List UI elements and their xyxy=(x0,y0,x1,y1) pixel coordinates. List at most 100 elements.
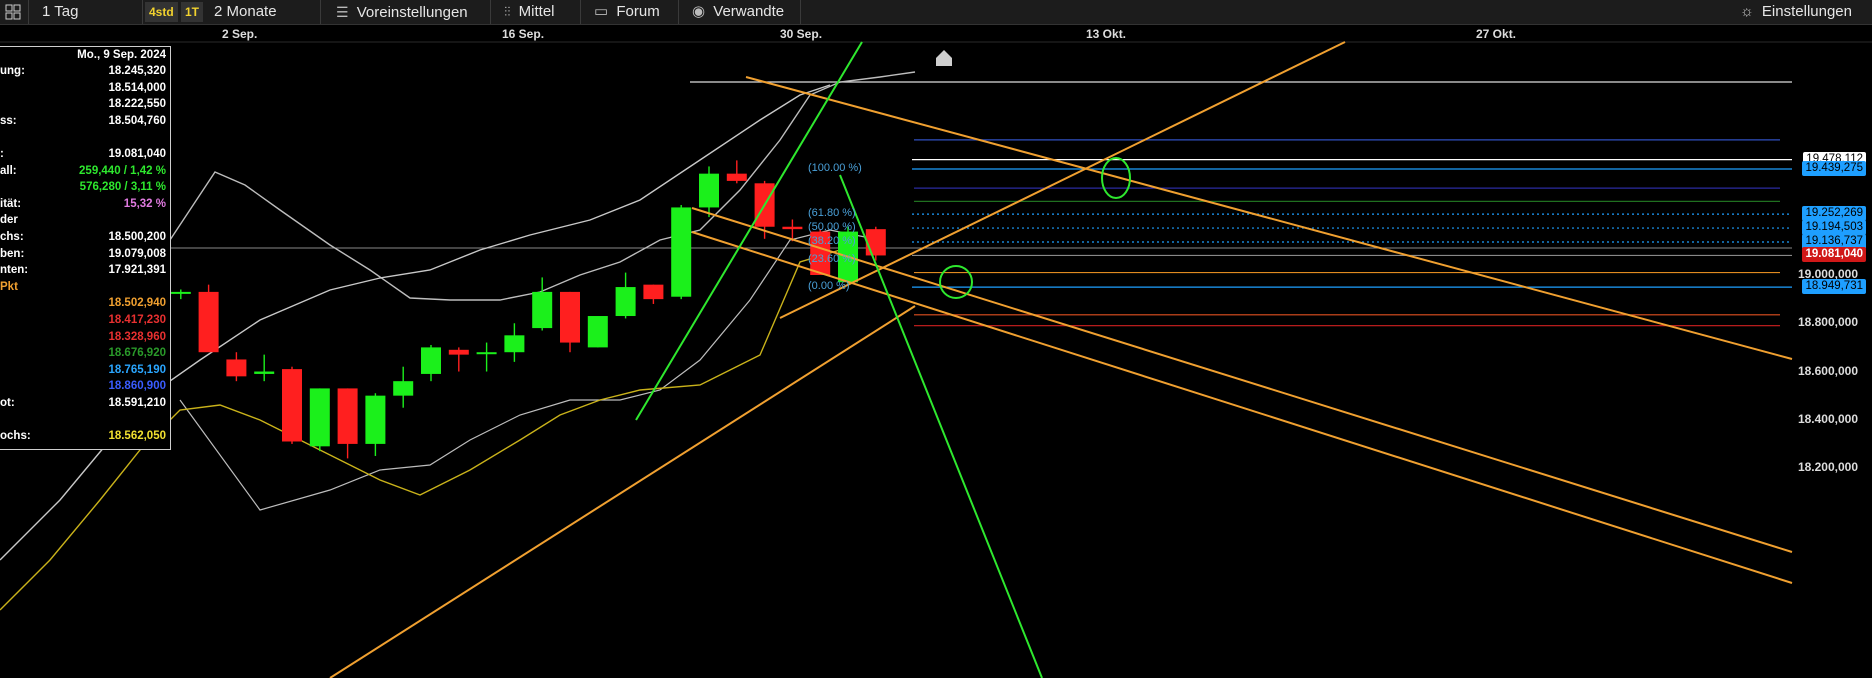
fibonacci-label: (0.00 %) xyxy=(808,280,850,293)
trend-line-resistance xyxy=(691,231,1793,584)
info-label: ität: xyxy=(0,197,22,210)
trend-line-green xyxy=(839,174,1043,678)
info-row: : 19.081,040 xyxy=(0,148,166,164)
info-row: 18.676,920 xyxy=(0,347,166,363)
info-date: Mo., 9 Sep. 2024 xyxy=(77,49,166,61)
marker-block xyxy=(936,58,952,66)
info-value: 19.079,008 xyxy=(108,247,166,260)
info-value: 18.591,210 xyxy=(108,397,166,409)
interval-4std-button[interactable]: 4std xyxy=(145,2,178,22)
y-tick: 18.600,000 xyxy=(1797,363,1858,378)
info-row xyxy=(0,131,166,147)
info-value: 18.676,920 xyxy=(108,347,166,360)
speech-bubble-icon: ▭ xyxy=(594,3,609,20)
info-label: ss: xyxy=(0,114,17,127)
price-chart[interactable] xyxy=(0,25,1872,678)
price-label: 19.081,040 xyxy=(1802,247,1866,263)
info-value: 18.562,050 xyxy=(108,430,166,443)
info-date-row: Mo., 9 Sep. 2024 xyxy=(0,49,166,65)
info-value: 18.245,320 xyxy=(108,65,166,77)
info-box: Mo., 9 Sep. 2024 ung: 18.245,320 18.514,00… xyxy=(0,46,171,450)
price-label: 18.949,731 xyxy=(1802,279,1866,295)
info-row: 18.417,230 xyxy=(0,314,166,330)
info-value: 18.504,760 xyxy=(108,114,166,127)
sliders-icon: ☰ xyxy=(336,4,349,20)
related-label: Verwandte xyxy=(713,3,785,20)
candle-body xyxy=(699,173,719,208)
info-value: 18.765,190 xyxy=(108,363,166,376)
candle-body xyxy=(393,381,414,396)
info-value: 18.417,230 xyxy=(108,314,166,326)
info-row: chs: 18.500,200 xyxy=(0,231,166,247)
info-row: all: 259,440 / 1,42 % xyxy=(0,165,166,181)
info-label: der xyxy=(0,214,18,227)
info-label: chs: xyxy=(0,231,24,243)
settings-button[interactable]: ☼ Einstellungen xyxy=(1740,0,1852,24)
trend-line-resistance xyxy=(745,76,1793,360)
info-label: ben: xyxy=(0,247,25,260)
candle-body xyxy=(170,291,191,294)
info-row: 18.222,550 xyxy=(0,98,166,114)
fibonacci-label: (50.00 %) xyxy=(808,221,856,234)
info-value: 18.502,940 xyxy=(108,297,166,310)
candle-body xyxy=(282,369,302,442)
info-value: 18.514,000 xyxy=(108,81,166,94)
candle-body xyxy=(198,291,219,353)
info-label: ochs: xyxy=(0,430,31,443)
info-row xyxy=(0,414,166,430)
info-row: ben: 19.079,008 xyxy=(0,248,166,264)
marker-triangle xyxy=(936,50,952,58)
info-value: 17.921,391 xyxy=(108,264,166,277)
forum-button[interactable]: ▭ Forum xyxy=(594,0,660,24)
info-row: 18.765,190 xyxy=(0,364,166,380)
period-selector[interactable]: 1 Tag xyxy=(42,0,78,24)
indicator-label: Mittel xyxy=(518,3,555,20)
candle-body xyxy=(504,335,525,353)
grid-layout-icon[interactable] xyxy=(4,0,22,24)
candle-body xyxy=(671,207,692,297)
interval-1t-button[interactable]: 1T xyxy=(181,2,204,22)
info-row: 18.328,960 xyxy=(0,331,166,347)
info-row: Pkt xyxy=(0,281,166,297)
info-label: Pkt xyxy=(0,280,18,293)
candle-body xyxy=(309,388,330,447)
price-label: 19.439,275 xyxy=(1802,161,1866,176)
info-value: 259,440 / 1,42 % xyxy=(79,164,166,177)
annotation-circle xyxy=(1101,157,1131,199)
fibonacci-label: (61.80 %) xyxy=(808,207,856,220)
info-value: 18.222,550 xyxy=(108,98,166,111)
info-row: ochs: 18.562,050 xyxy=(0,430,166,446)
fibonacci-label: (100.00 %) xyxy=(808,162,862,175)
presets-button[interactable]: ☰ Voreinstellungen xyxy=(336,0,468,24)
chart-indicator-icon: ⫶⫶ xyxy=(504,4,511,19)
y-tick: 18.200,000 xyxy=(1797,460,1858,475)
trend-line-support xyxy=(779,41,1346,319)
info-value: 576,280 / 3,11 % xyxy=(79,181,166,194)
info-row: ot: 18.591,210 xyxy=(0,397,166,413)
range-selector[interactable]: 2 Monate xyxy=(214,0,277,24)
price-label: 19.252,269 xyxy=(1802,206,1866,222)
info-row: der xyxy=(0,214,166,230)
y-tick: 18.400,000 xyxy=(1797,411,1858,426)
info-row: ität: 15,32 % xyxy=(0,198,166,214)
fibonacci-label: (38.20 %) xyxy=(808,235,856,248)
info-label: nten: xyxy=(0,264,29,277)
forum-label: Forum xyxy=(616,3,660,20)
info-label: all: xyxy=(0,164,17,177)
candle-body xyxy=(532,291,553,329)
info-row: 18.514,000 xyxy=(0,82,166,98)
related-button[interactable]: ◉ Verwandte xyxy=(692,0,784,24)
indicator-button[interactable]: ⫶⫶ Mittel xyxy=(504,0,555,24)
info-value: 18.860,900 xyxy=(108,380,166,393)
info-value: 18.328,960 xyxy=(108,330,166,343)
candle-body xyxy=(726,173,747,181)
info-label: : xyxy=(0,148,4,160)
info-value: 18.500,200 xyxy=(108,231,166,243)
candle-body xyxy=(587,316,608,348)
candle-body xyxy=(254,371,275,374)
info-label: ot: xyxy=(0,397,15,409)
candle-body xyxy=(643,284,664,300)
fibonacci-label: (23.60 %) xyxy=(808,252,856,265)
trend-line-resistance xyxy=(691,207,1793,553)
candle-body xyxy=(865,229,886,256)
